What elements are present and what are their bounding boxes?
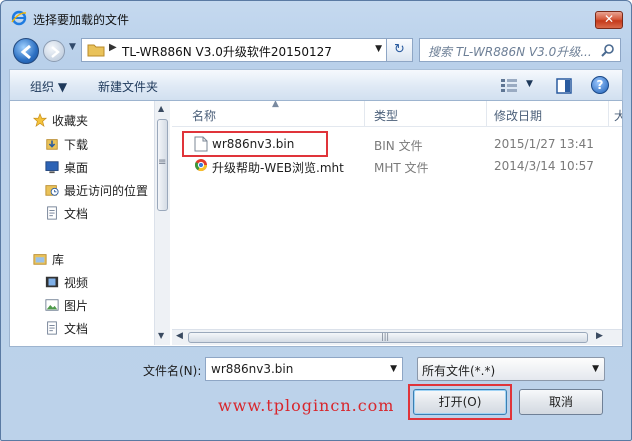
search-icon[interactable] — [601, 43, 615, 57]
title-bar: 选择要加载的文件 ✕ — [1, 1, 631, 31]
folder-icon — [87, 44, 105, 57]
filename-value: wr886nv3.bin — [211, 362, 294, 376]
view-options-icon[interactable] — [500, 78, 518, 92]
nav-favorites[interactable]: 收藏夹 — [32, 112, 88, 132]
file-list: ▲ 名称 类型 修改日期 大 wr886nv3.bin BIN 文件 2015/… — [172, 101, 622, 345]
library-icon — [33, 254, 47, 265]
video-icon — [45, 276, 59, 288]
file-type: BIN 文件 — [374, 139, 423, 153]
column-size[interactable]: 大 — [614, 107, 622, 124]
help-button[interactable]: ? — [591, 76, 609, 94]
nav-item-videos[interactable]: 视频 — [44, 274, 88, 294]
file-open-dialog: 选择要加载的文件 ✕ ▼ ▶ TL-WR886N V3.0升级软件2015012… — [0, 0, 632, 441]
nav-favorites-label: 收藏夹 — [52, 114, 89, 128]
nav-item-label: 文档 — [64, 207, 89, 221]
nav-scrollbar[interactable]: ▲ ▼ — [154, 101, 170, 345]
picture-icon — [45, 299, 59, 311]
cancel-button[interactable]: 取消 — [519, 389, 603, 415]
watermark-text: www.tplogincn.com — [218, 396, 395, 415]
breadcrumb-chevron-icon[interactable]: ▶ — [109, 42, 117, 53]
recent-places-icon — [45, 185, 59, 196]
organize-button[interactable]: 组织 ▼ — [30, 78, 67, 95]
filename-dropdown-icon[interactable]: ▼ — [390, 364, 397, 374]
address-path[interactable]: TL-WR886N V3.0升级软件20150127 — [122, 43, 332, 60]
chrome-html-icon — [194, 159, 207, 172]
search-placeholder: 搜索 TL-WR886N V3.0升级... — [428, 45, 592, 59]
download-folder-icon — [46, 139, 58, 150]
back-arrow-icon — [20, 44, 31, 60]
command-bar: 组织 ▼ 新建文件夹 ▼ ? — [9, 69, 623, 101]
column-type[interactable]: 类型 — [374, 107, 398, 124]
navigation-pane: 收藏夹 下载 桌面 最近访问的位置 文档 库 视频 图片 文档 ▲ ▼ ≡ — [10, 101, 170, 345]
address-bar[interactable]: ▶ TL-WR886N V3.0升级软件20150127 ▼ — [81, 38, 387, 62]
column-name[interactable]: 名称 — [192, 107, 216, 124]
filter-dropdown-icon[interactable]: ▼ — [592, 364, 599, 374]
file-type-filter[interactable]: 所有文件(*.*) ▼ — [417, 357, 605, 381]
recent-pages-dropdown-icon[interactable]: ▼ — [69, 42, 76, 52]
preview-pane-icon[interactable] — [556, 78, 572, 94]
filter-value: 所有文件(*.*) — [422, 364, 496, 378]
scroll-grip-icon: ||| — [381, 332, 390, 341]
file-date: 2015/1/27 13:41 — [494, 137, 594, 151]
nav-item-label: 下载 — [64, 138, 89, 152]
document-icon — [47, 206, 57, 220]
nav-item-label: 图片 — [64, 299, 89, 313]
file-row-mht[interactable]: 升级帮助-WEB浏览.mht MHT 文件 2014/3/14 10:57 — [180, 156, 620, 176]
nav-item-desktop[interactable]: 桌面 — [44, 159, 88, 179]
file-type: MHT 文件 — [374, 161, 429, 175]
open-button[interactable]: 打开(O) — [413, 389, 507, 415]
refresh-button[interactable]: ↻ — [387, 38, 413, 62]
nav-item-library-documents[interactable]: 文档 — [44, 320, 88, 340]
nav-item-label: 桌面 — [64, 161, 89, 175]
nav-item-pictures[interactable]: 图片 — [44, 297, 88, 317]
ie-icon — [11, 10, 27, 26]
desktop-icon — [45, 161, 59, 174]
address-dropdown-icon[interactable]: ▼ — [375, 44, 382, 54]
column-divider[interactable] — [486, 101, 487, 127]
star-icon — [32, 113, 48, 127]
back-button[interactable] — [13, 38, 39, 64]
nav-library-label: 库 — [52, 253, 65, 267]
window-title: 选择要加载的文件 — [33, 13, 130, 27]
pane-splitter-grip-icon[interactable]: ≡ — [158, 157, 166, 168]
forward-arrow-icon — [51, 46, 60, 58]
nav-item-recent[interactable]: 最近访问的位置 — [44, 182, 148, 202]
column-date[interactable]: 修改日期 — [494, 107, 542, 124]
document-icon — [47, 321, 57, 335]
refresh-icon: ↻ — [394, 42, 405, 57]
view-dropdown-icon[interactable]: ▼ — [526, 79, 533, 89]
browser-panes: 收藏夹 下载 桌面 最近访问的位置 文档 库 视频 图片 文档 ▲ ▼ ≡ ▲ … — [9, 101, 623, 347]
nav-item-label: 视频 — [64, 276, 89, 290]
nav-item-label: 最近访问的位置 — [64, 184, 149, 198]
sort-up-icon: ▲ — [272, 101, 279, 109]
column-header: ▲ 名称 类型 修改日期 大 — [172, 101, 622, 127]
scroll-right-icon[interactable]: ▶ — [596, 331, 603, 341]
forward-button[interactable] — [43, 40, 65, 62]
column-divider[interactable] — [364, 101, 365, 127]
scroll-down-icon[interactable]: ▼ — [158, 331, 164, 340]
nav-library[interactable]: 库 — [32, 251, 64, 271]
file-name: 升级帮助-WEB浏览.mht — [212, 161, 344, 175]
filename-input[interactable]: wr886nv3.bin ▼ — [205, 357, 403, 381]
close-button[interactable]: ✕ — [595, 11, 623, 29]
scroll-up-icon[interactable]: ▲ — [158, 104, 164, 113]
filename-label: 文件名(N): — [143, 364, 202, 378]
scroll-left-icon[interactable]: ◀ — [176, 331, 183, 341]
horizontal-scrollbar[interactable]: ◀ ||| ▶ — [172, 329, 622, 345]
search-input[interactable]: 搜索 TL-WR886N V3.0升级... — [419, 38, 621, 62]
horizontal-scroll-thumb[interactable]: ||| — [188, 332, 588, 343]
nav-item-documents[interactable]: 文档 — [44, 205, 88, 225]
highlight-frame — [182, 131, 328, 157]
column-divider[interactable] — [608, 101, 609, 127]
nav-item-label: 文档 — [64, 322, 89, 336]
new-folder-button[interactable]: 新建文件夹 — [98, 78, 158, 95]
file-date: 2014/3/14 10:57 — [494, 159, 594, 173]
nav-item-downloads[interactable]: 下载 — [44, 136, 88, 156]
